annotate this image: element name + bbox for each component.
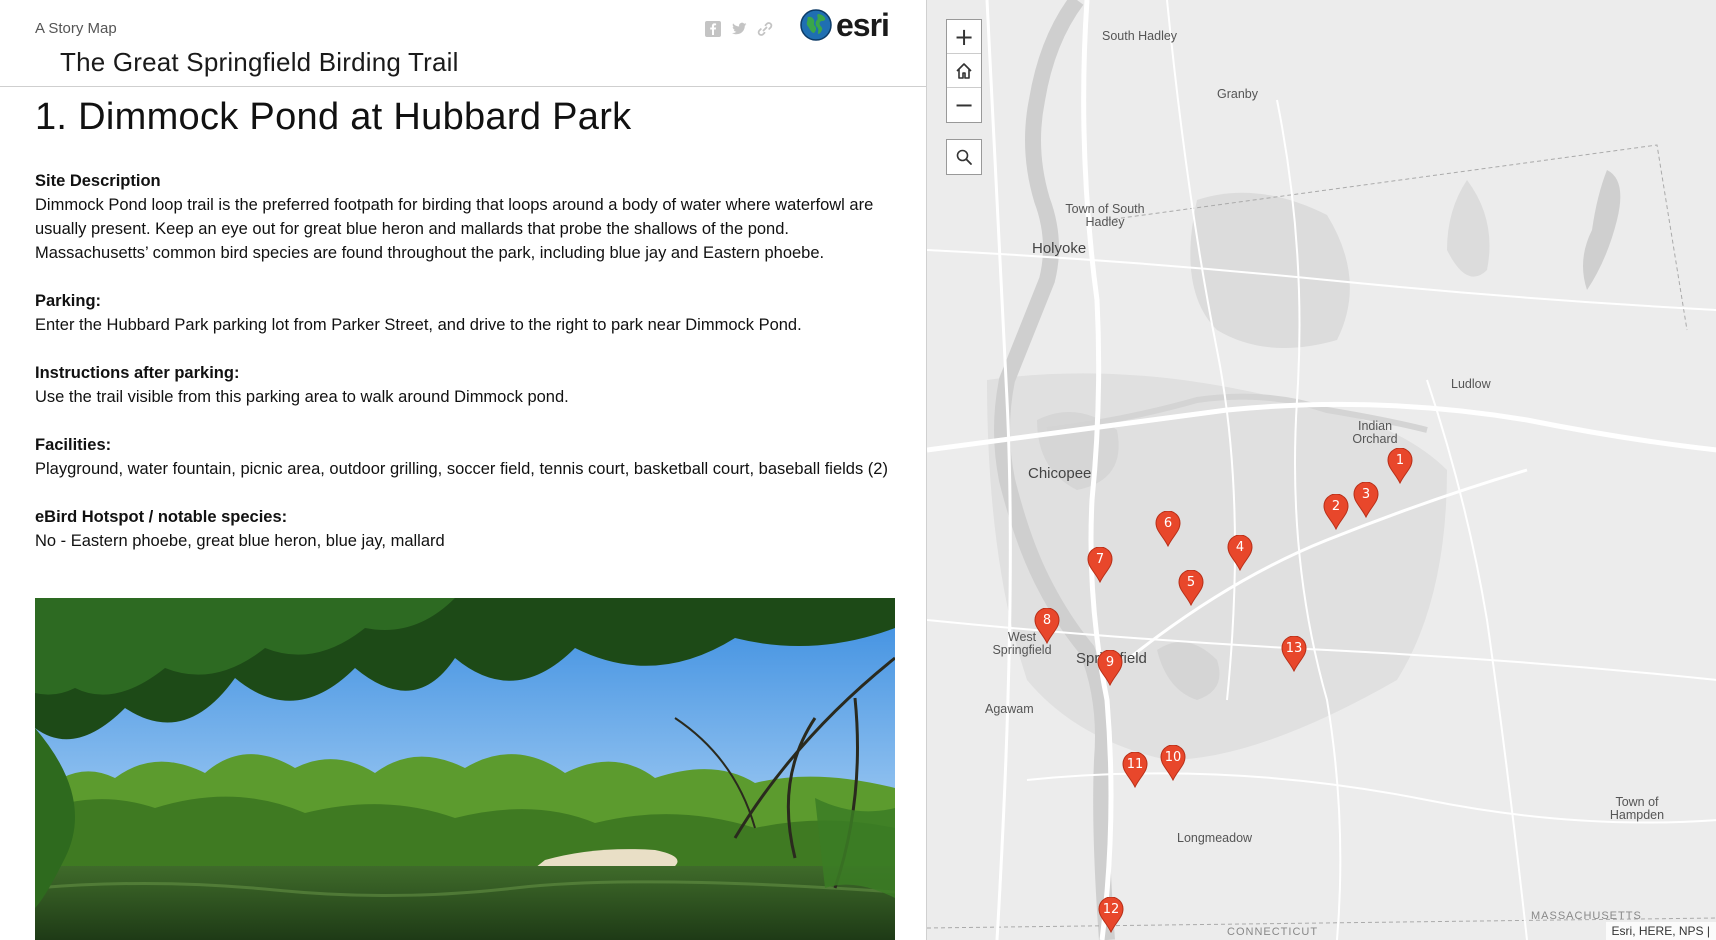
marker-number: 11 [1126,757,1144,772]
marker-number: 7 [1095,552,1105,567]
globe-icon [800,9,832,41]
map-search-button[interactable] [946,139,982,175]
map-marker-4[interactable]: 4 [1227,535,1253,571]
place-label: Town of Hampden [1609,795,1665,822]
section-label: Facilities: [35,436,112,454]
story-header: A Story Map The Great Springfield Birdin… [0,0,926,87]
entry-content: 1. Dimmock Pond at Hubbard Park Site Des… [35,96,895,577]
zoom-out-button[interactable]: − [947,88,981,122]
state-label: CONNECTICUT [1227,926,1319,938]
entry-heading: 1. Dimmock Pond at Hubbard Park [35,96,632,138]
section-text: Enter the Hubbard Park parking lot from … [35,316,802,334]
section-instructions: Instructions after parking: Use the trai… [35,361,895,409]
marker-number: 9 [1105,655,1115,670]
map-marker-9[interactable]: 9 [1097,650,1123,686]
map-marker-13[interactable]: 13 [1281,636,1307,672]
esri-logo-text: esri [836,7,890,43]
facebook-icon[interactable] [704,20,722,38]
zoom-in-button[interactable]: + [947,20,981,54]
section-label: Instructions after parking: [35,364,240,382]
link-icon[interactable] [756,20,774,38]
map-marker-2[interactable]: 2 [1323,494,1349,530]
place-label: Agawam [985,702,1034,716]
site-photo [35,598,895,940]
marker-number: 5 [1186,575,1196,590]
map-view[interactable]: South Hadley Granby Town of South Hadley… [926,0,1716,940]
section-label: Site Description [35,172,161,190]
state-label: MASSACHUSETTS [1531,910,1642,922]
section-label: eBird Hotspot / notable species: [35,508,288,526]
story-subtitle: A Story Map [35,20,117,37]
section-ebird: eBird Hotspot / notable species: No - Ea… [35,505,895,553]
map-marker-10[interactable]: 10 [1160,745,1186,781]
map-zoom-controls: + − [946,19,982,123]
home-icon [956,62,972,79]
search-icon [956,149,972,165]
map-marker-1[interactable]: 1 [1387,448,1413,484]
marker-number: 10 [1164,750,1182,765]
place-label: Chicopee [1028,465,1092,482]
marker-number: 12 [1102,902,1120,917]
map-marker-8[interactable]: 8 [1034,608,1060,644]
map-marker-12[interactable]: 12 [1098,897,1124,933]
place-label: Indian Orchard [1352,419,1398,446]
section-site-description: Site Description Dimmock Pond loop trail… [35,169,895,265]
map-marker-6[interactable]: 6 [1155,511,1181,547]
place-label: Holyoke [1032,240,1087,257]
home-button[interactable] [947,54,981,88]
section-parking: Parking: Enter the Hubbard Park parking … [35,289,895,337]
place-label: Ludlow [1451,377,1491,391]
map-attribution[interactable]: Esri, HERE, NPS | [1605,922,1716,940]
section-facilities: Facilities: Playground, water fountain, … [35,433,895,481]
place-label: South Hadley [1102,29,1178,43]
marker-number: 6 [1163,516,1173,531]
place-label: Longmeadow [1177,831,1253,845]
section-text: Dimmock Pond loop trail is the preferred… [35,196,874,262]
marker-number: 2 [1331,499,1341,514]
marker-number: 3 [1361,487,1371,502]
marker-number: 13 [1285,641,1303,656]
map-marker-3[interactable]: 3 [1353,482,1379,518]
twitter-icon[interactable] [730,20,748,38]
map-marker-7[interactable]: 7 [1087,547,1113,583]
marker-number: 1 [1395,453,1405,468]
map-marker-5[interactable]: 5 [1178,570,1204,606]
story-title: The Great Springfield Birding Trail [60,47,459,77]
marker-number: 4 [1235,540,1245,555]
section-text: No - Eastern phoebe, great blue heron, b… [35,532,445,550]
place-label: Town of South Hadley [1065,202,1145,229]
section-text: Use the trail visible from this parking … [35,388,569,406]
esri-logo[interactable]: esri [800,7,890,43]
map-marker-11[interactable]: 11 [1122,752,1148,788]
place-label: Granby [1217,87,1258,101]
section-label: Parking: [35,292,102,310]
story-panel: A Story Map The Great Springfield Birdin… [0,0,926,940]
share-bar [704,20,774,38]
section-text: Playground, water fountain, picnic area,… [35,460,888,478]
marker-number: 8 [1042,613,1052,628]
